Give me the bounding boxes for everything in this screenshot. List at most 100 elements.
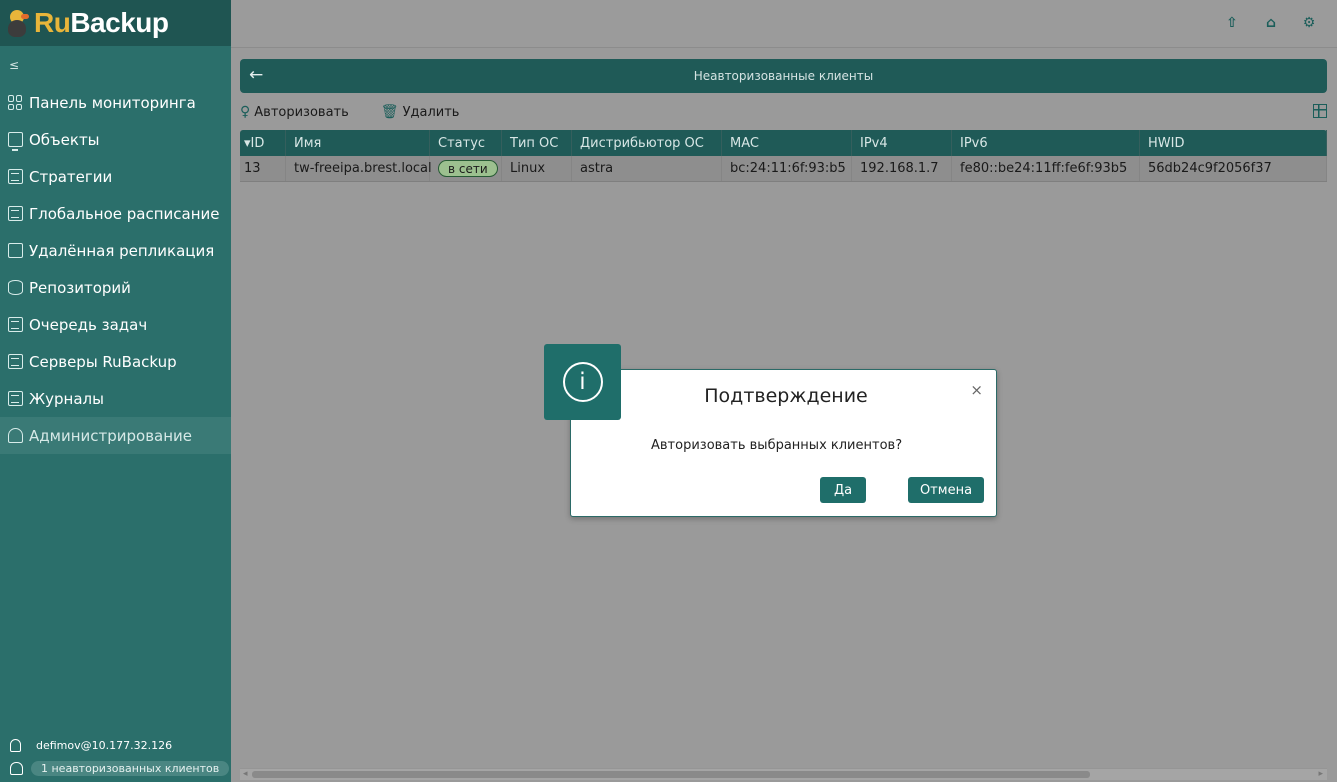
sidebar-item-label: Репозиторий: [29, 278, 131, 297]
sidebar-item-servers[interactable]: Серверы RuBackup: [0, 343, 231, 380]
sidebar-item-label: Глобальное расписание: [29, 204, 220, 223]
sidebar-item-monitoring[interactable]: Панель мониторинга: [0, 84, 231, 121]
cell-distributor: astra: [572, 156, 722, 181]
cell-name: tw-freeipa.brest.local: [286, 156, 432, 181]
delete-button-label: Удалить: [402, 104, 460, 120]
upload-icon[interactable]: ⇧: [1225, 16, 1239, 30]
column-header-os[interactable]: Тип ОС: [502, 130, 572, 156]
sidebar-item-label: Стратегии: [29, 167, 113, 186]
cell-ipv4: 192.168.1.7: [852, 156, 952, 181]
scrollbar-thumb[interactable]: [252, 771, 1090, 778]
cell-mac: bc:24:11:6f:93:b5: [722, 156, 852, 181]
cell-hwid: 56db24c9f2056f37: [1140, 156, 1327, 181]
sidebar-item-label: Объекты: [29, 130, 100, 149]
scroll-right-icon[interactable]: ▸: [1318, 769, 1323, 779]
sidebar-item-journals[interactable]: Журналы: [0, 380, 231, 417]
unauthorized-clients-indicator[interactable]: 1 неавторизованных клиентов: [0, 758, 231, 778]
column-label: Дистрибьютор ОС: [580, 135, 704, 151]
sidebar-item-label: Журналы: [29, 389, 104, 408]
column-header-id[interactable]: ▾ ID: [240, 130, 286, 156]
unauthorized-clients-badge: 1 неавторизованных клиентов: [31, 760, 230, 776]
column-label: Статус: [438, 135, 486, 151]
sidebar-item-label: Серверы RuBackup: [29, 352, 177, 371]
sidebar-item-strategies[interactable]: Стратегии: [0, 158, 231, 195]
cancel-button[interactable]: Отмена: [908, 477, 984, 503]
sidebar-item-global-schedule[interactable]: Глобальное расписание: [0, 195, 231, 232]
delete-button[interactable]: 🗑 Удалить: [381, 104, 460, 120]
dialog-message: Авторизовать выбранных клиентов?: [651, 438, 903, 453]
page-title: Неавторизованные клиенты: [693, 69, 874, 83]
sidebar-item-label: Очередь задач: [29, 315, 148, 334]
top-bar: ⇧ ⌂ ⚙: [231, 0, 1337, 48]
trash-icon: 🗑: [380, 104, 399, 120]
column-label: HWID: [1148, 135, 1185, 151]
confirm-dialog: Подтверждение × Авторизовать выбранных к…: [570, 369, 997, 517]
column-label: Имя: [294, 135, 322, 151]
sidebar-item-administration[interactable]: Администрирование: [0, 417, 231, 454]
sidebar-item-label: Администрирование: [29, 426, 193, 445]
database-icon: [8, 280, 23, 295]
dashboard-grid-icon: [8, 95, 23, 110]
cell-os: Linux: [502, 156, 572, 181]
column-header-name[interactable]: Имя: [286, 130, 430, 156]
sidebar-item-label: Удалённая репликация: [29, 241, 215, 260]
table-header: ▾ ID Имя Статус Тип ОС Дистрибьютор ОС MA…: [240, 130, 1327, 156]
monitor-icon: [8, 132, 23, 151]
column-settings-icon[interactable]: [1313, 104, 1327, 118]
column-header-mac[interactable]: MAC: [722, 130, 852, 156]
schedule-icon: [8, 206, 23, 221]
current-user[interactable]: defimov@10.177.32.126: [0, 734, 231, 756]
scroll-left-icon[interactable]: ◂: [243, 769, 248, 779]
sidebar-item-label: Панель мониторинга: [29, 93, 196, 112]
column-header-ipv4[interactable]: IPv4: [852, 130, 952, 156]
authorize-button[interactable]: ♀ Авторизовать: [240, 104, 349, 120]
replication-icon: [8, 243, 23, 258]
logo-ru: Ru: [34, 7, 71, 38]
confirm-yes-button[interactable]: Да: [820, 477, 866, 503]
log-icon: [8, 391, 23, 406]
logo[interactable]: RuBackup: [0, 0, 231, 46]
cell-status: в сети: [430, 156, 502, 181]
dialog-info-badge: i: [544, 344, 621, 420]
cell-id: 13: [240, 156, 286, 181]
sidebar-item-remote-replication[interactable]: Удалённая репликация: [0, 232, 231, 269]
column-label: ID: [250, 135, 265, 151]
clients-table: ▾ ID Имя Статус Тип ОС Дистрибьютор ОС MA…: [240, 130, 1327, 182]
page-header: ← Неавторизованные клиенты: [240, 59, 1327, 93]
user-icon: [10, 738, 21, 752]
current-user-label: defimov@10.177.32.126: [36, 738, 173, 752]
toolbar: ♀ Авторизовать 🗑 Удалить: [240, 101, 1327, 123]
authorize-button-label: Авторизовать: [254, 104, 349, 120]
user-icon[interactable]: ⌂: [1264, 16, 1278, 30]
settings-icon[interactable]: ⚙: [1302, 16, 1316, 30]
table-row[interactable]: 13 tw-freeipa.brest.local в сети Linux a…: [240, 156, 1327, 182]
task-queue-icon: [8, 317, 23, 332]
rubackup-logo-icon: [6, 8, 30, 38]
sidebar-item-repository[interactable]: Репозиторий: [0, 269, 231, 306]
column-header-distributor[interactable]: Дистрибьютор ОС: [572, 130, 722, 156]
column-header-hwid[interactable]: HWID: [1140, 130, 1327, 156]
admin-user-icon: [8, 428, 23, 443]
close-icon[interactable]: ×: [970, 381, 983, 399]
authorize-user-icon: ♀: [240, 104, 251, 120]
document-icon: [8, 169, 23, 184]
cell-ipv6: fe80::be24:11ff:fe6f:93b5: [952, 156, 1140, 181]
unauthorized-user-icon: [10, 761, 23, 775]
server-icon: [8, 354, 23, 369]
column-header-ipv6[interactable]: IPv6: [952, 130, 1140, 156]
back-arrow-icon[interactable]: ←: [249, 65, 263, 85]
horizontal-scrollbar[interactable]: ◂ ▸: [240, 768, 1327, 780]
sidebar-item-task-queue[interactable]: Очередь задач: [0, 306, 231, 343]
column-header-status[interactable]: Статус: [430, 130, 502, 156]
column-label: Тип ОС: [510, 135, 559, 151]
dialog-title: Подтверждение: [704, 385, 868, 407]
sidebar-item-objects[interactable]: Объекты: [0, 121, 231, 158]
column-label: IPv6: [960, 135, 988, 151]
info-icon: i: [562, 362, 603, 402]
column-label: IPv4: [860, 135, 888, 151]
sidebar-collapse-icon[interactable]: ≤: [0, 46, 231, 84]
status-badge: в сети: [438, 160, 498, 177]
column-label: MAC: [730, 135, 759, 151]
sidebar: RuBackup ≤ Панель мониторинга Объекты Ст…: [0, 0, 231, 782]
logo-backup: Backup: [70, 7, 169, 38]
